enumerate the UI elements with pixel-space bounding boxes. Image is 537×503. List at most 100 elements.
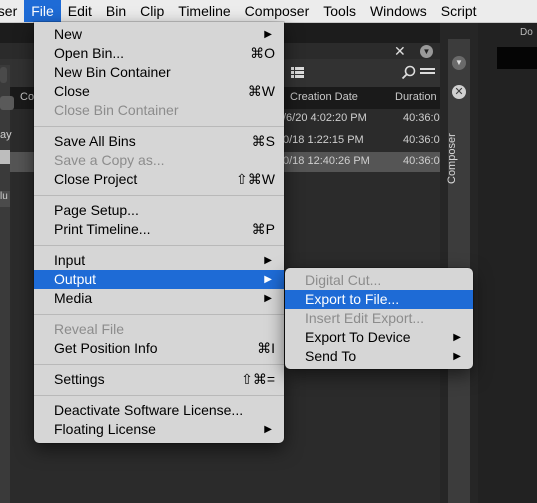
menubar-item-script[interactable]: Script xyxy=(434,0,484,22)
submenu-arrow-icon: ▶ xyxy=(264,293,272,304)
menubar-item-composer[interactable]: Composer xyxy=(238,0,317,22)
column-header-name[interactable]: Co xyxy=(20,91,34,103)
composer-close-icon[interactable]: ✕ xyxy=(452,85,466,99)
bin-row-date: 0/18 12:40:26 PM xyxy=(283,155,370,167)
file-menu-item-open-bin[interactable]: Open Bin... ⌘O xyxy=(34,44,284,63)
menu-separator xyxy=(34,245,284,246)
menu-separator xyxy=(34,395,284,396)
menu-separator xyxy=(34,126,284,127)
file-menu-item-save-a-copy-as: Save a Copy as... xyxy=(34,151,284,170)
menubar-item-tools[interactable]: Tools xyxy=(316,0,363,22)
menubar-item-windows[interactable]: Windows xyxy=(363,0,434,22)
menu-item-label: Insert Edit Export... xyxy=(305,310,425,326)
file-menu-item-reveal-file: Reveal File xyxy=(34,320,284,339)
menubar-item-clip[interactable]: Clip xyxy=(133,0,171,22)
search-icon[interactable] xyxy=(401,65,417,81)
menu-item-shortcut: ⌘O xyxy=(250,45,275,61)
bin-menu-chevron-icon[interactable]: ▼ xyxy=(420,45,433,58)
menu-item-label: Get Position Info xyxy=(54,340,158,356)
submenu-arrow-icon: ▶ xyxy=(264,424,272,435)
file-menu-item-get-position-info[interactable]: Get Position Info ⌘I xyxy=(34,339,284,358)
file-menu-item-new-bin-container[interactable]: New Bin Container xyxy=(34,63,284,82)
file-menu-item-input[interactable]: Input ▶ xyxy=(34,251,284,270)
menu-item-shortcut: ⇧⌘= xyxy=(241,371,275,387)
submenu-arrow-icon: ▶ xyxy=(264,255,272,266)
menu-item-label: Media xyxy=(54,290,93,306)
left-panel-swatch xyxy=(0,150,10,164)
menu-separator xyxy=(34,195,284,196)
menu-item-shortcut: ⌘S xyxy=(251,133,275,149)
bin-row-date: /6/20 4:02:20 PM xyxy=(283,112,367,124)
file-menu-item-close-project[interactable]: Close Project ⇧⌘W xyxy=(34,170,284,189)
menu-item-label: Export to File... xyxy=(305,291,400,307)
file-menu-item-save-all-bins[interactable]: Save All Bins ⌘S xyxy=(34,132,284,151)
file-menu-item-new[interactable]: New ▶ xyxy=(34,25,284,44)
menu-item-label: New Bin Container xyxy=(54,64,171,80)
menu-separator xyxy=(34,364,284,365)
menu-item-label: Input xyxy=(54,252,86,268)
bin-row-date: 0/18 1:22:15 PM xyxy=(283,134,364,146)
submenu-arrow-icon: ▶ xyxy=(453,351,461,362)
left-panel-button[interactable] xyxy=(0,67,7,83)
menu-item-label: New xyxy=(54,26,83,42)
menu-item-label: Send To xyxy=(305,348,357,364)
menubar-item-edit[interactable]: Edit xyxy=(61,0,99,22)
column-header-creation-date[interactable]: Creation Date xyxy=(290,91,358,103)
menu-item-label: Save a Copy as... xyxy=(54,152,165,168)
output-menu-item-export-to-file[interactable]: Export to File... xyxy=(285,290,473,309)
composer-tab-label: Composer xyxy=(446,133,458,185)
menu-item-shortcut: ⇧⌘W xyxy=(236,171,275,187)
submenu-arrow-icon: ▶ xyxy=(453,332,461,343)
menu-item-label: Save All Bins xyxy=(54,133,136,149)
file-menu-item-page-setup[interactable]: Page Setup... xyxy=(34,201,284,220)
menu-bar: oserFileEditBinClipTimelineComposerTools… xyxy=(0,0,537,23)
file-menu-item-floating-license[interactable]: Floating License ▶ xyxy=(34,420,284,439)
menu-item-label: Print Timeline... xyxy=(54,221,151,237)
submenu-arrow-icon: ▶ xyxy=(264,29,272,40)
bin-close-icon[interactable]: ✕ xyxy=(394,43,406,60)
composer-menu-icon[interactable]: ▼ xyxy=(452,56,466,70)
file-menu: New ▶ Open Bin... ⌘O New Bin Container Close ⌘… xyxy=(34,22,284,443)
menu-item-label: Close Project xyxy=(54,171,138,187)
bin-row-duration: 40:36:0 xyxy=(403,112,440,124)
file-menu-item-close[interactable]: Close ⌘W xyxy=(34,82,284,101)
submenu-arrow-icon: ▶ xyxy=(264,274,272,285)
menu-item-label: Reveal File xyxy=(54,321,125,337)
bin-row-duration: 40:36:0 xyxy=(403,134,440,146)
bin-menu-icon[interactable] xyxy=(420,67,435,78)
column-header-duration[interactable]: Duration xyxy=(395,91,437,103)
left-panel-text: lu xyxy=(0,191,10,207)
file-menu-item-output[interactable]: Output ▶ xyxy=(34,270,284,289)
output-menu-item-insert-edit-export: Insert Edit Export... xyxy=(285,309,473,328)
menu-item-label: Output xyxy=(54,271,97,287)
file-menu-item-print-timeline[interactable]: Print Timeline... ⌘P xyxy=(34,220,284,239)
output-submenu: Digital Cut... Export to File... Insert Ed… xyxy=(285,268,473,369)
menu-item-shortcut: ⌘P xyxy=(251,221,275,237)
file-menu-item-deactivate-software-license[interactable]: Deactivate Software License... xyxy=(34,401,284,420)
file-menu-item-media[interactable]: Media ▶ xyxy=(34,289,284,308)
menu-item-label: Digital Cut... xyxy=(305,272,382,288)
menu-item-label: Close xyxy=(54,83,90,99)
menu-separator xyxy=(34,314,284,315)
list-view-icon[interactable] xyxy=(291,67,304,78)
file-menu-item-close-bin-container: Close Bin Container xyxy=(34,101,284,120)
menu-item-label: Export To Device xyxy=(305,329,411,345)
bin-row-duration: 40:36:0 xyxy=(403,155,440,167)
right-panel-field xyxy=(497,47,537,69)
menu-item-label: Page Setup... xyxy=(54,202,139,218)
output-menu-item-send-to[interactable]: Send To ▶ xyxy=(285,347,473,366)
menubar-item-oser[interactable]: oser xyxy=(0,0,24,22)
menu-item-shortcut: ⌘W xyxy=(247,83,275,99)
menubar-item-file[interactable]: File xyxy=(24,0,61,22)
file-menu-item-settings[interactable]: Settings ⇧⌘= xyxy=(34,370,284,389)
left-panel-close-icon[interactable] xyxy=(0,96,14,110)
right-panel-title: Do xyxy=(520,27,533,38)
menubar-item-timeline[interactable]: Timeline xyxy=(171,0,237,22)
menu-item-label: Floating License xyxy=(54,421,156,437)
menubar-item-bin[interactable]: Bin xyxy=(99,0,133,22)
output-menu-item-digital-cut: Digital Cut... xyxy=(285,271,473,290)
output-menu-item-export-to-device[interactable]: Export To Device ▶ xyxy=(285,328,473,347)
menu-item-shortcut: ⌘I xyxy=(257,340,275,356)
right-panel xyxy=(478,23,537,503)
menu-item-label: Open Bin... xyxy=(54,45,125,61)
